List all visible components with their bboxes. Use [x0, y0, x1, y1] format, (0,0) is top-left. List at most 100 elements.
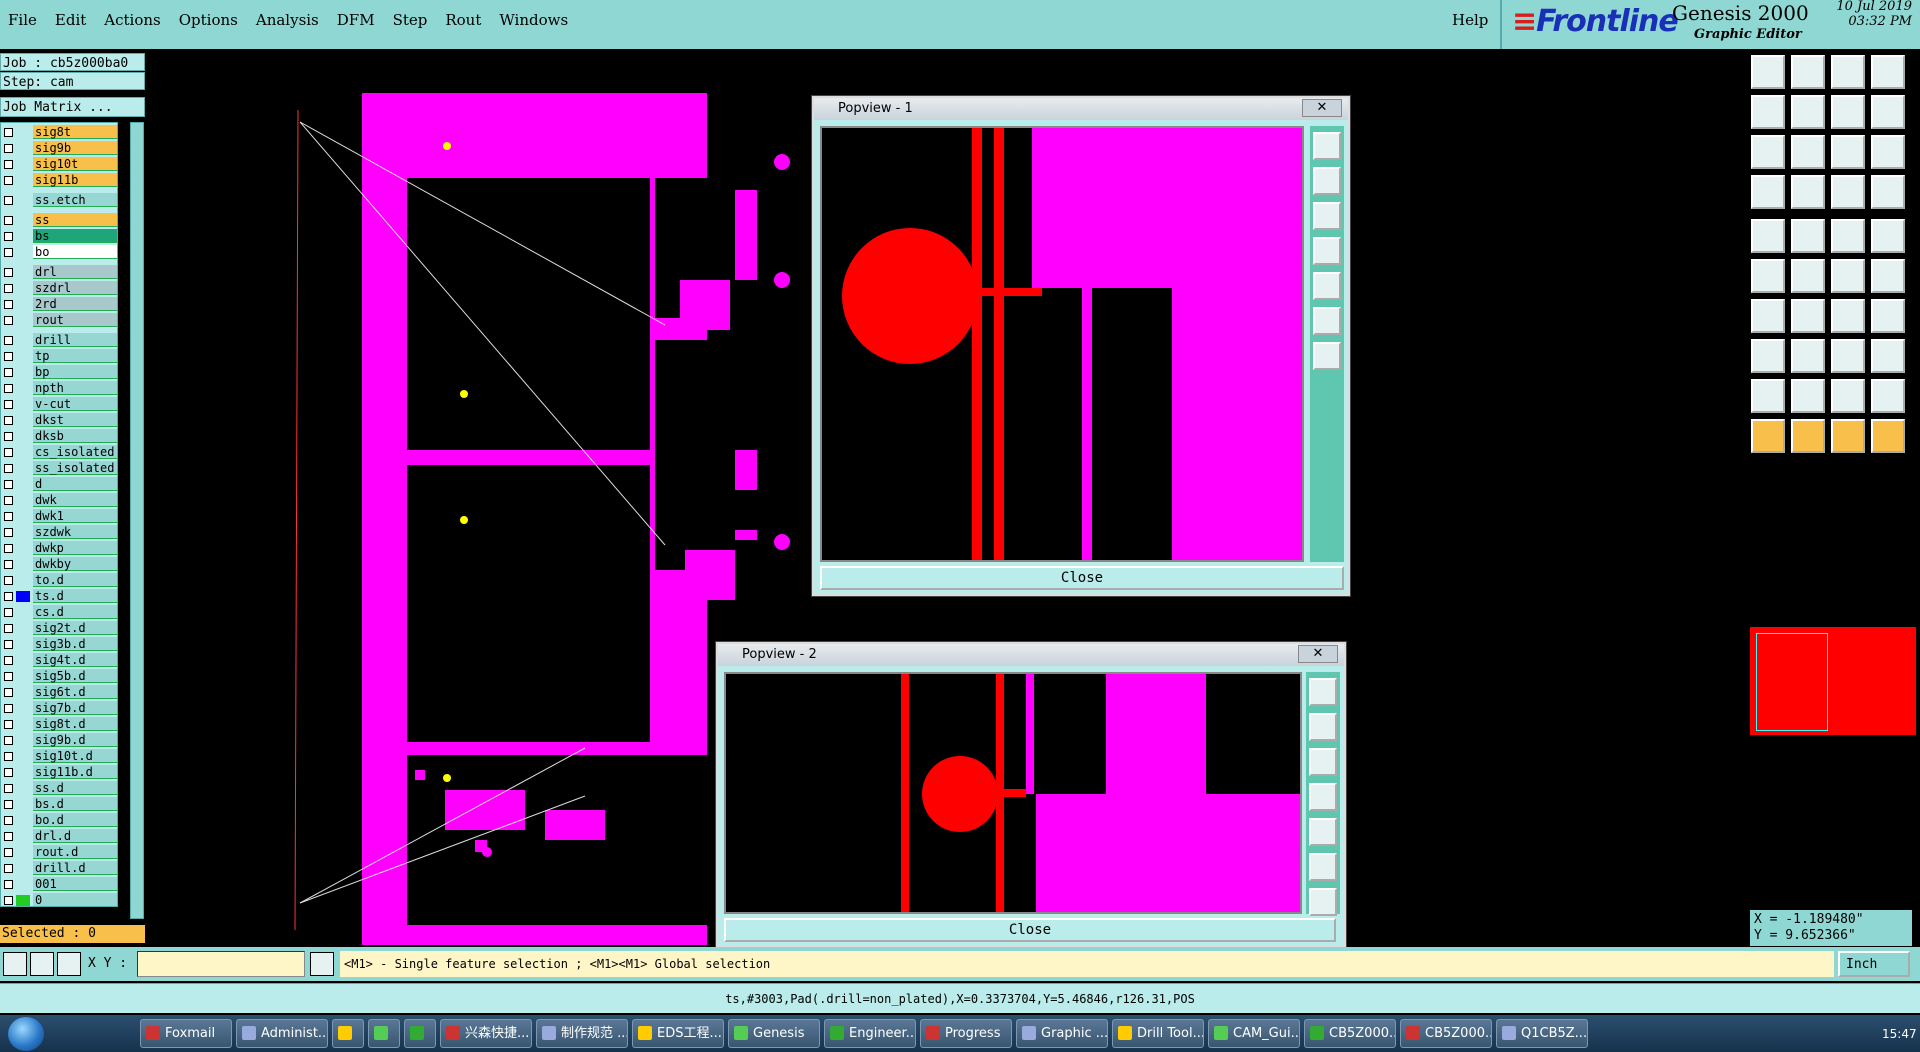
- taskbar-app[interactable]: 制作规范 ...: [536, 1019, 628, 1048]
- move-icon[interactable]: [1831, 259, 1865, 293]
- layer-checkbox[interactable]: [4, 512, 13, 521]
- layer-checkbox[interactable]: [4, 176, 13, 185]
- taskbar-app[interactable]: Genesis: [728, 1019, 820, 1048]
- measure-icon[interactable]: [30, 952, 54, 976]
- layer-row-sig11b[interactable]: sig11b: [1, 173, 117, 188]
- layer-checkbox[interactable]: [4, 284, 13, 293]
- grid-icon[interactable]: [57, 952, 81, 976]
- center-icon[interactable]: [1791, 135, 1825, 169]
- layer-checkbox[interactable]: [4, 720, 13, 729]
- layer-row-rout.d[interactable]: rout.d: [1, 845, 117, 860]
- popview-2-close-icon[interactable]: ✕: [1298, 645, 1338, 663]
- xy-input[interactable]: [137, 951, 305, 977]
- layer-checkbox[interactable]: [4, 352, 13, 361]
- layer-row-sig8t[interactable]: sig8t: [1, 125, 117, 140]
- layer-row-v-cut[interactable]: v-cut: [1, 397, 117, 412]
- zoom-out-icon[interactable]: [1791, 55, 1825, 89]
- layer-row-ss.etch[interactable]: ss.etch: [1, 193, 117, 208]
- pan-right-icon[interactable]: [1791, 95, 1825, 129]
- layer-scrollbar[interactable]: [130, 122, 144, 919]
- layer-checkbox[interactable]: [4, 144, 13, 153]
- layer-checkbox[interactable]: [4, 432, 13, 441]
- layer-row-ts.d[interactable]: ts.d: [1, 589, 117, 604]
- layer-row-sig7b.d[interactable]: sig7b.d: [1, 701, 117, 716]
- home-icon[interactable]: [1831, 55, 1865, 89]
- arc-icon[interactable]: [1791, 299, 1825, 333]
- layer-row-001[interactable]: 001: [1, 877, 117, 892]
- job-matrix-button[interactable]: Job Matrix ...: [0, 97, 145, 117]
- layer-row-ss.d[interactable]: ss.d: [1, 781, 117, 796]
- tri3-icon[interactable]: [1831, 379, 1865, 413]
- popview-tool-icon[interactable]: [1309, 853, 1337, 881]
- layer-row-2rd[interactable]: 2rd: [1, 297, 117, 312]
- layer-row-sig4t.d[interactable]: sig4t.d: [1, 653, 117, 668]
- layer-checkbox[interactable]: [4, 544, 13, 553]
- menu-rout[interactable]: Rout: [437, 0, 491, 29]
- layer-row-sig9b.d[interactable]: sig9b.d: [1, 733, 117, 748]
- start-button[interactable]: [8, 1017, 44, 1051]
- layer-checkbox[interactable]: [4, 656, 13, 665]
- layer-row-bo[interactable]: bo: [1, 245, 117, 260]
- popview-1-view[interactable]: [820, 126, 1304, 562]
- layer-row-dwkby[interactable]: dwkby: [1, 557, 117, 572]
- taskbar-app[interactable]: EDS工程...: [632, 1019, 724, 1048]
- layer-checkbox[interactable]: [4, 384, 13, 393]
- copy-icon[interactable]: [1871, 259, 1905, 293]
- taskbar-app[interactable]: CAM_Gui...: [1208, 1019, 1300, 1048]
- scale-icon[interactable]: [1831, 135, 1865, 169]
- taskbar-app[interactable]: [404, 1019, 436, 1048]
- net-icon[interactable]: [1751, 259, 1785, 293]
- layer-checkbox[interactable]: [4, 160, 13, 169]
- layer-row-sig6t.d[interactable]: sig6t.d: [1, 685, 117, 700]
- layer-row-sig9b[interactable]: sig9b: [1, 141, 117, 156]
- tri4-icon[interactable]: [1871, 379, 1905, 413]
- layer-row-bp[interactable]: bp: [1, 365, 117, 380]
- taskbar-app[interactable]: CB5Z000...: [1304, 1019, 1396, 1048]
- layer-checkbox[interactable]: [4, 128, 13, 137]
- ruler-icon[interactable]: [1831, 219, 1865, 253]
- popview-tool-icon[interactable]: [1313, 237, 1341, 265]
- layer-checkbox[interactable]: [4, 624, 13, 633]
- layer-checkbox[interactable]: [4, 800, 13, 809]
- layer-checkbox[interactable]: [4, 528, 13, 537]
- popview-tool-icon[interactable]: [1309, 818, 1337, 846]
- cut-icon[interactable]: [1791, 339, 1825, 373]
- select-all-icon[interactable]: [1871, 175, 1905, 209]
- layer-checkbox[interactable]: [4, 832, 13, 841]
- layer-checkbox[interactable]: [4, 448, 13, 457]
- unit-selector[interactable]: Inch: [1838, 951, 1910, 977]
- layer-checkbox[interactable]: [4, 416, 13, 425]
- menu-options[interactable]: Options: [171, 0, 248, 29]
- menu-help[interactable]: Help: [1452, 11, 1488, 29]
- overview-map[interactable]: [1750, 627, 1916, 735]
- layer-checkbox[interactable]: [4, 248, 13, 257]
- layer-row-dwk1[interactable]: dwk1: [1, 509, 117, 524]
- layer-row-dkst[interactable]: dkst: [1, 413, 117, 428]
- popview-tool-icon[interactable]: [1313, 272, 1341, 300]
- layer-checkbox[interactable]: [4, 300, 13, 309]
- taskbar-app[interactable]: Engineer...: [824, 1019, 916, 1048]
- layer-checkbox[interactable]: [4, 368, 13, 377]
- layer-row-sig10t.d[interactable]: sig10t.d: [1, 749, 117, 764]
- layer-row-sig5b.d[interactable]: sig5b.d: [1, 669, 117, 684]
- layer-checkbox[interactable]: [4, 608, 13, 617]
- add-line-icon[interactable]: [1791, 219, 1825, 253]
- layer-row-sig8t.d[interactable]: sig8t.d: [1, 717, 117, 732]
- layer-checkbox[interactable]: [4, 216, 13, 225]
- snap-icon[interactable]: [1791, 175, 1825, 209]
- layer-checkbox[interactable]: [4, 464, 13, 473]
- layer-checkbox[interactable]: [4, 400, 13, 409]
- pointer2-icon[interactable]: [1791, 419, 1825, 453]
- help-icon[interactable]: [1871, 135, 1905, 169]
- circle-icon[interactable]: [1871, 219, 1905, 253]
- layer-row-bs[interactable]: bs: [1, 229, 117, 244]
- tri2-icon[interactable]: [1791, 379, 1825, 413]
- layer-checkbox[interactable]: [4, 560, 13, 569]
- layer-row-bo.d[interactable]: bo.d: [1, 813, 117, 828]
- taskbar-app[interactable]: Progress: [920, 1019, 1012, 1048]
- layer-row-to.d[interactable]: to.d: [1, 573, 117, 588]
- resize-icon[interactable]: [1831, 339, 1865, 373]
- layer-row-sig11b.d[interactable]: sig11b.d: [1, 765, 117, 780]
- menu-dfm[interactable]: DFM: [329, 0, 385, 29]
- delete-icon[interactable]: [1791, 259, 1825, 293]
